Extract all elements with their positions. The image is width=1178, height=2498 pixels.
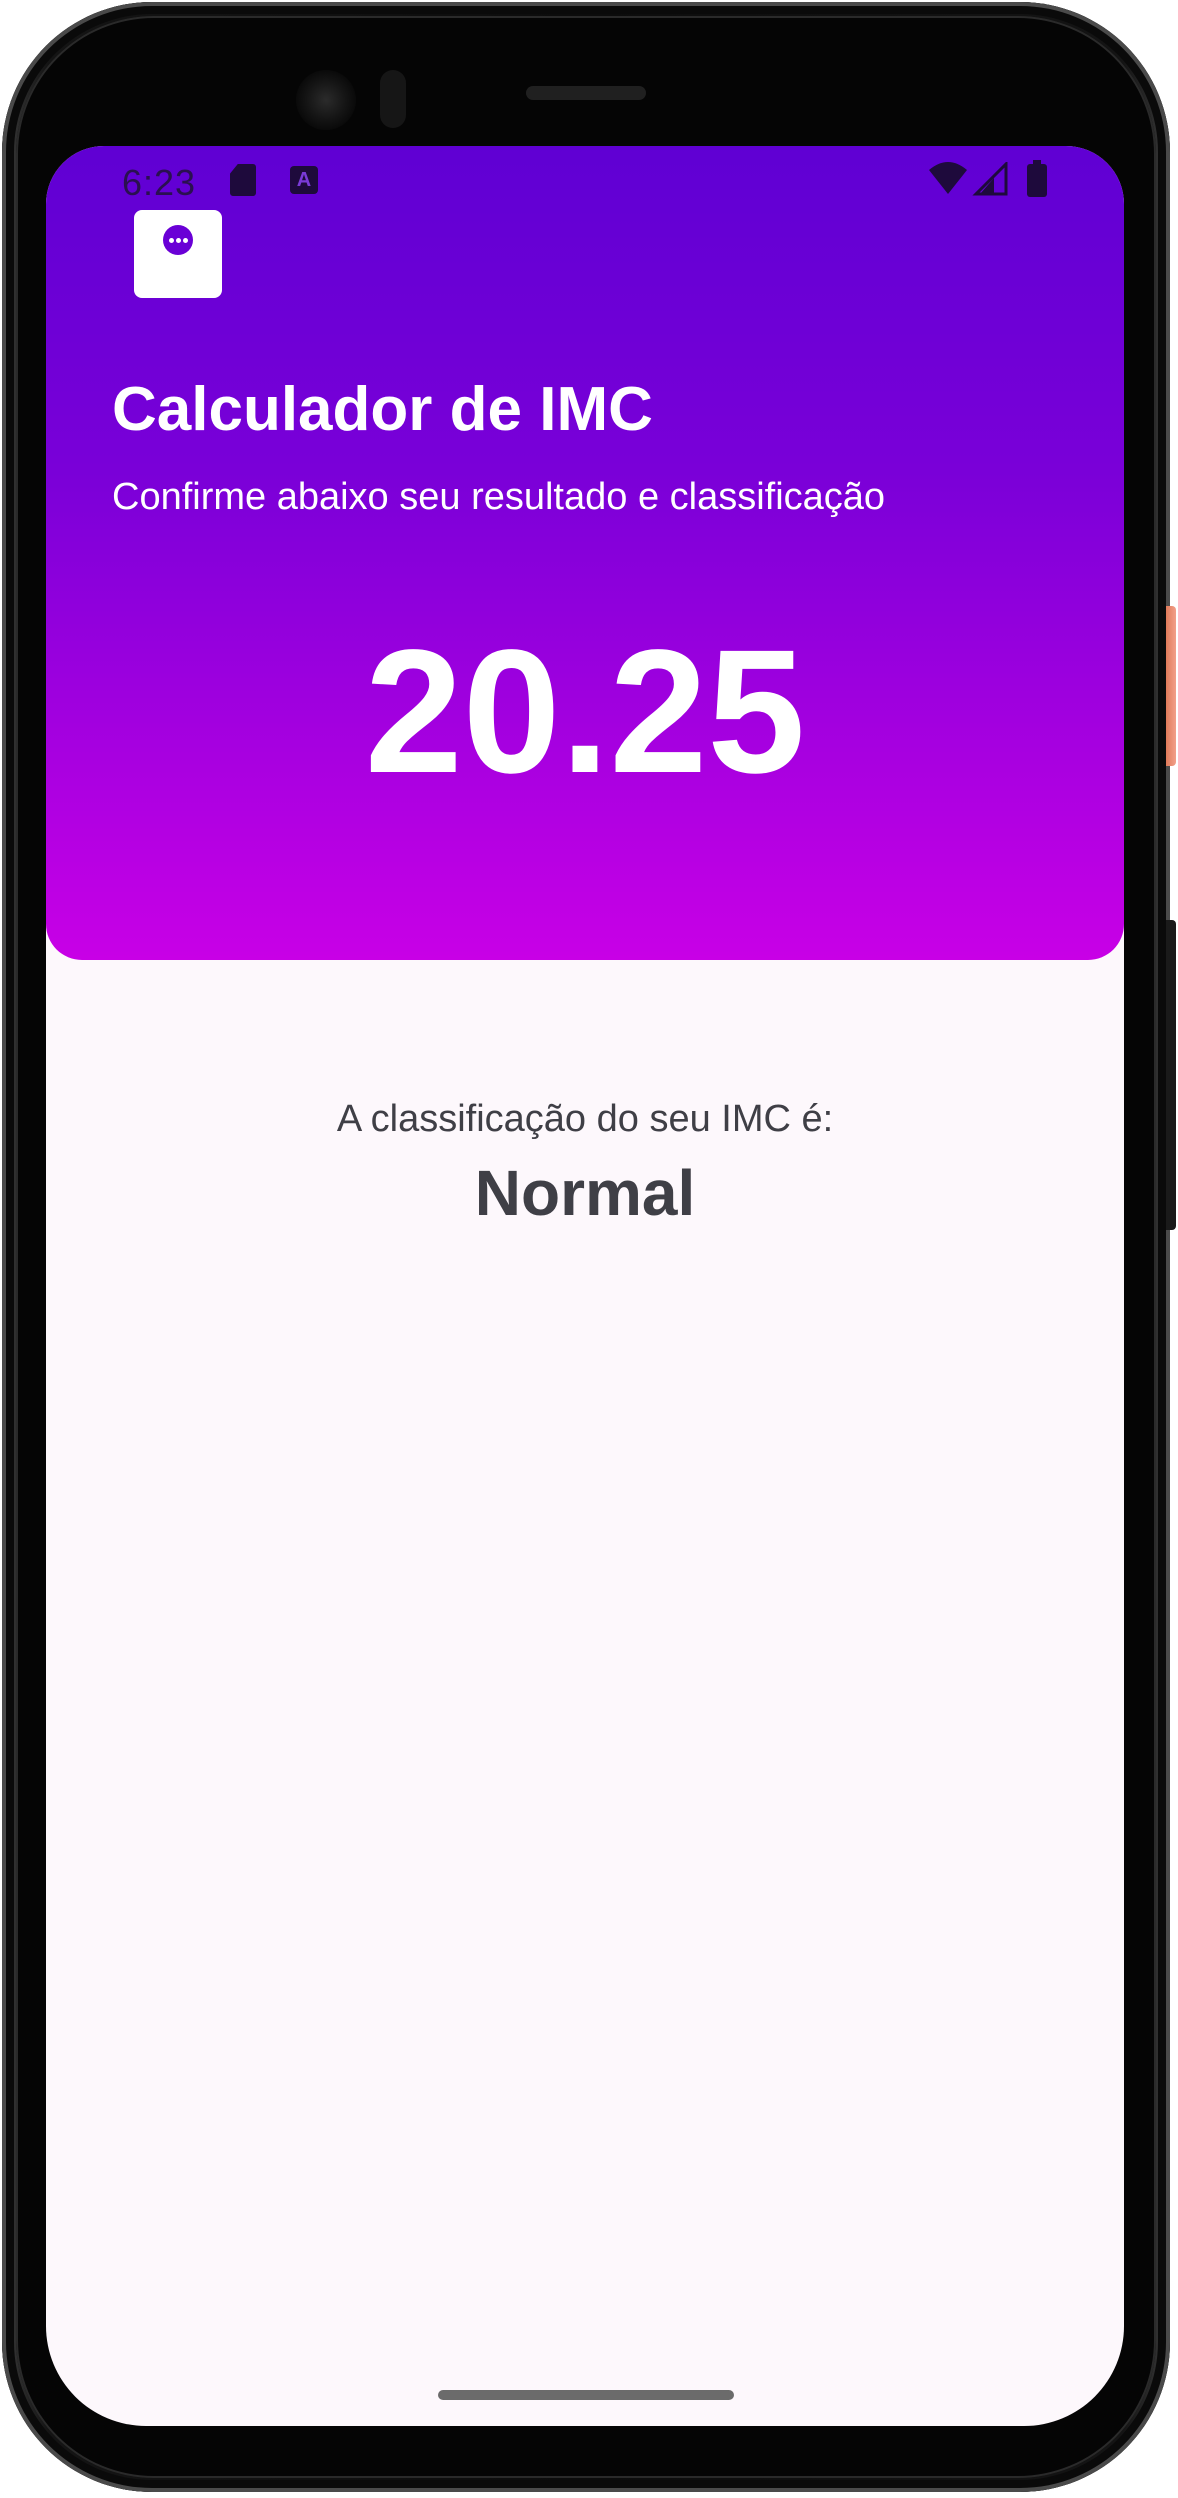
volume-button bbox=[1166, 920, 1176, 1230]
cellular-signal-icon bbox=[972, 162, 1008, 196]
classification-label: A classificação do seu IMC é: bbox=[336, 1098, 834, 1140]
gesture-navigation-bar[interactable] bbox=[438, 2390, 734, 2400]
proximity-sensor bbox=[380, 70, 406, 128]
sd-card-icon bbox=[230, 164, 256, 196]
classification-value: Normal bbox=[474, 1157, 696, 1229]
app-screen: 6:23 A Calculador de IMC Confirme abaixo… bbox=[46, 146, 1124, 2426]
a-badge-icon: A bbox=[290, 166, 318, 194]
menu-button[interactable] bbox=[134, 210, 222, 298]
page-subtitle: Confirme abaixo seu resultado e classifi… bbox=[112, 476, 886, 518]
status-bar: 6:23 A bbox=[46, 146, 1124, 216]
status-time: 6:23 bbox=[122, 162, 197, 203]
wifi-icon bbox=[929, 162, 967, 194]
battery-icon bbox=[1027, 160, 1047, 197]
more-horizontal-circle-icon bbox=[163, 225, 193, 255]
power-button bbox=[1166, 606, 1176, 766]
bmi-result-value: 20.25 bbox=[364, 614, 806, 810]
page-title: Calculador de IMC bbox=[112, 375, 653, 444]
result-header: 6:23 A Calculador de IMC Confirme abaixo… bbox=[46, 146, 1124, 960]
front-camera bbox=[296, 70, 356, 130]
earpiece-speaker bbox=[526, 86, 646, 100]
